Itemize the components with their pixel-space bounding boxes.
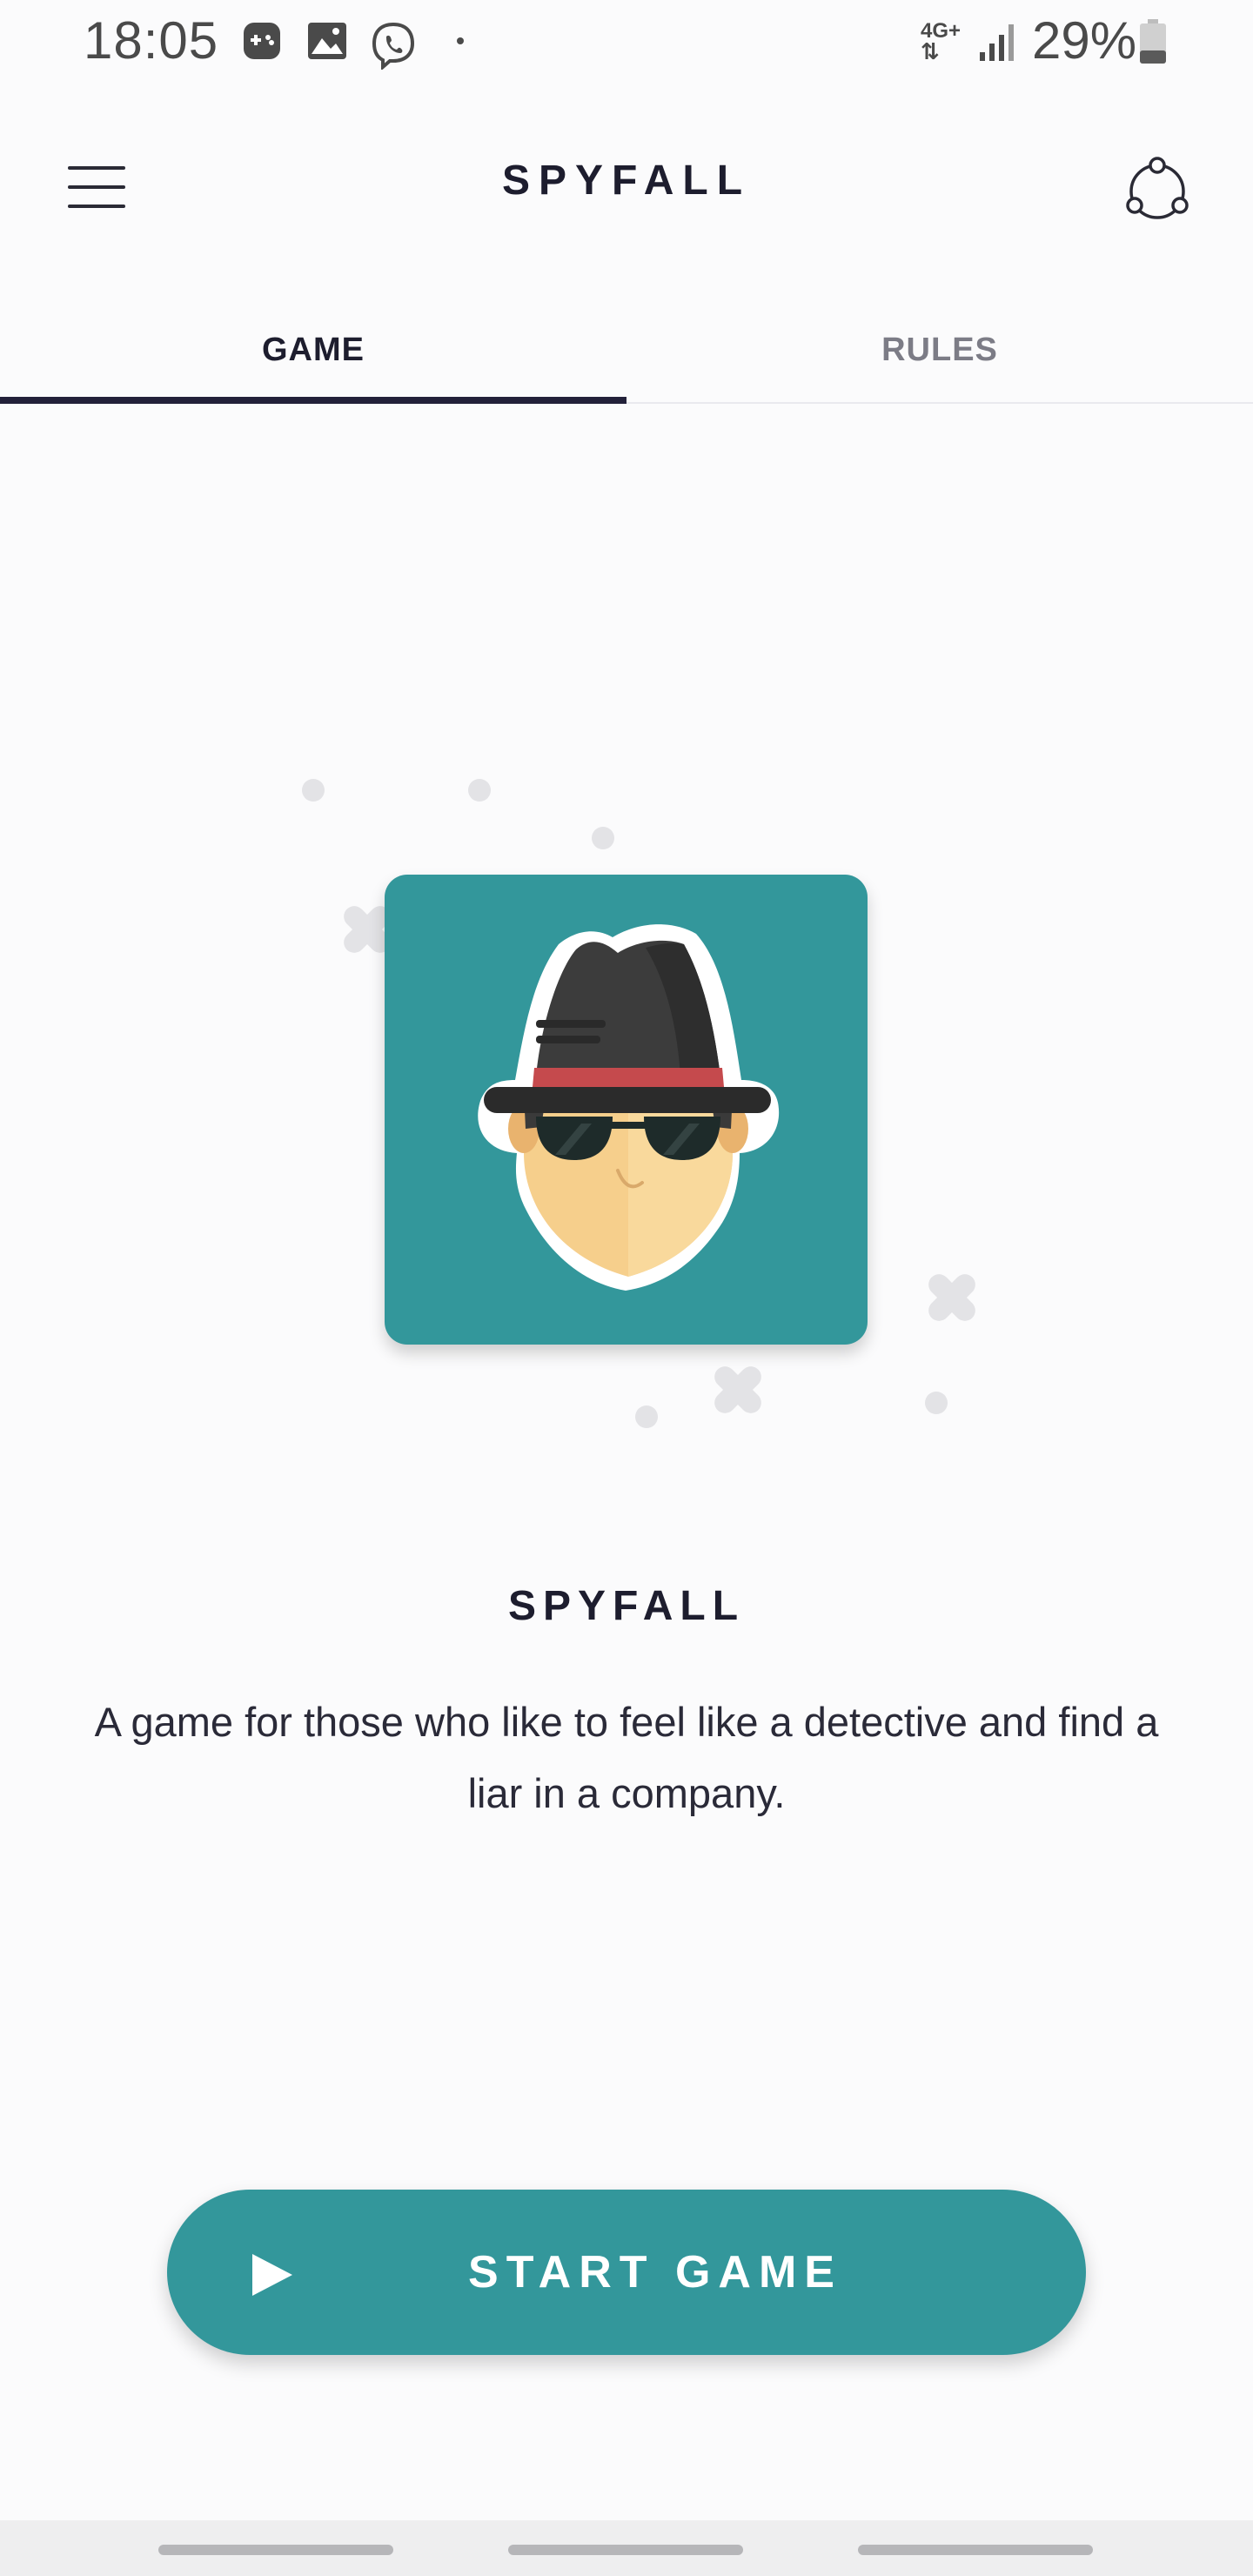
decor-cross	[710, 1361, 767, 1419]
decor-dot	[468, 779, 491, 802]
signal-icon	[980, 24, 1014, 61]
start-game-button[interactable]: START GAME	[167, 2190, 1086, 2355]
nav-recents-gesture[interactable]	[858, 2545, 1093, 2555]
hamburger-menu-icon-line	[68, 205, 125, 208]
share-button[interactable]	[1114, 148, 1201, 235]
status-bar: 18:05 4G+ ⇅ 29%	[0, 0, 1253, 84]
play-icon	[252, 2254, 292, 2296]
spy-illustration	[278, 766, 1009, 1462]
game-notification-icon	[244, 23, 280, 59]
nav-home-gesture[interactable]	[508, 2545, 743, 2555]
decor-cross	[924, 1269, 982, 1326]
decor-dot	[635, 1405, 658, 1428]
game-headline: SPYFALL	[507, 1583, 746, 1629]
app-bar: SPYFALL	[0, 113, 1253, 252]
decor-dot	[925, 1392, 948, 1414]
app-title: SPYFALL	[501, 158, 752, 204]
system-nav-bar	[0, 2520, 1253, 2576]
battery-icon	[1140, 19, 1166, 64]
share-icon	[1126, 157, 1189, 219]
game-description: A game for those who like to feel like a…	[94, 1699, 1159, 1816]
spy-icon	[478, 924, 780, 1291]
battery-percent: 29%	[1032, 11, 1137, 70]
network-type: 4G+ ⇅	[921, 19, 961, 64]
tab-game[interactable]: GAME	[0, 296, 626, 404]
status-time: 18:05	[84, 11, 219, 70]
gallery-notification-icon	[308, 23, 346, 59]
nav-back-gesture[interactable]	[158, 2545, 393, 2555]
decor-dot	[592, 827, 614, 849]
spy-card	[385, 875, 868, 1345]
more-dot-icon	[457, 37, 464, 44]
tab-bar: GAME RULES	[0, 296, 1253, 404]
tab-indicator	[0, 397, 626, 404]
data-arrows-icon: ⇅	[921, 38, 940, 64]
tab-rules[interactable]: RULES	[626, 296, 1253, 404]
viber-notification-icon	[372, 22, 415, 70]
start-game-label: START GAME	[468, 2247, 842, 2298]
decor-dot	[302, 779, 325, 802]
